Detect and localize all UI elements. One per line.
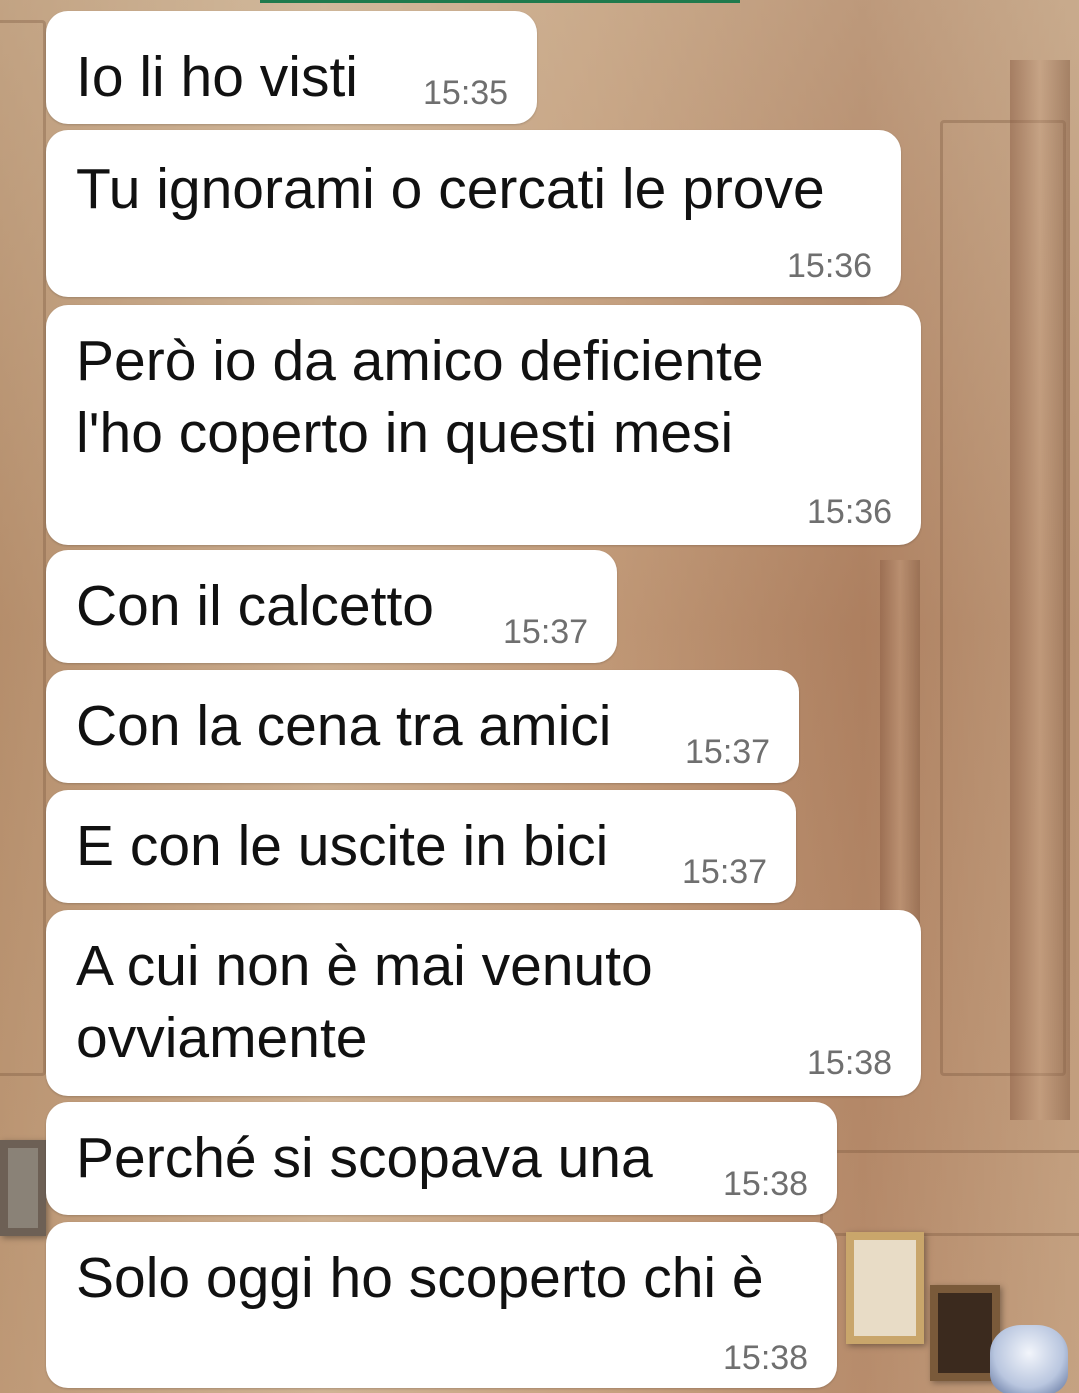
message-text: E con le uscite in bici	[76, 814, 609, 878]
message-text: Io li ho visti	[76, 45, 358, 109]
message-bubble[interactable]: Solo oggi ho scoperto chi è 15:38	[46, 1222, 837, 1388]
message-text: Però io da amico deficiente l'ho coperto…	[76, 329, 764, 465]
message-text: Tu ignorami o cercati le prove	[76, 157, 825, 221]
message-text: Con il calcetto	[76, 574, 435, 638]
message-bubble[interactable]: Io li ho visti 15:35	[46, 11, 537, 124]
message-timestamp: 15:38	[723, 1339, 809, 1377]
message-timestamp: 15:36	[787, 247, 873, 285]
message-text: Solo oggi ho scoperto chi è	[76, 1246, 764, 1310]
vase	[990, 1325, 1068, 1393]
message-text: Perché si scopava una	[76, 1126, 653, 1190]
message-timestamp: 15:36	[807, 493, 893, 531]
message-timestamp: 15:38	[807, 1044, 893, 1082]
message-timestamp: 15:37	[685, 733, 771, 771]
wallpaper-panel	[0, 20, 46, 1076]
picture-frame	[846, 1232, 924, 1344]
message-bubble[interactable]: A cui non è mai venuto ovviamente 15:38	[46, 910, 921, 1096]
message-timestamp: 15:38	[723, 1165, 809, 1203]
wallpaper-panel	[820, 1150, 1079, 1236]
message-timestamp: 15:37	[503, 613, 589, 651]
message-bubble[interactable]: Tu ignorami o cercati le prove 15:36	[46, 130, 901, 297]
message-bubble[interactable]: E con le uscite in bici 15:37	[46, 790, 796, 903]
message-bubble[interactable]: Però io da amico deficiente l'ho coperto…	[46, 305, 921, 545]
message-text: A cui non è mai venuto ovviamente	[76, 934, 653, 1070]
message-timestamp: 15:37	[682, 853, 768, 891]
wallpaper-column	[1010, 60, 1070, 1120]
message-bubble[interactable]: Perché si scopava una 15:38	[46, 1102, 837, 1215]
header-edge	[260, 0, 740, 3]
message-text: Con la cena tra amici	[76, 694, 612, 758]
picture-frame	[0, 1140, 46, 1236]
message-timestamp: 15:35	[423, 74, 509, 112]
message-bubble[interactable]: Con la cena tra amici 15:37	[46, 670, 799, 783]
message-bubble[interactable]: Con il calcetto 15:37	[46, 550, 617, 663]
